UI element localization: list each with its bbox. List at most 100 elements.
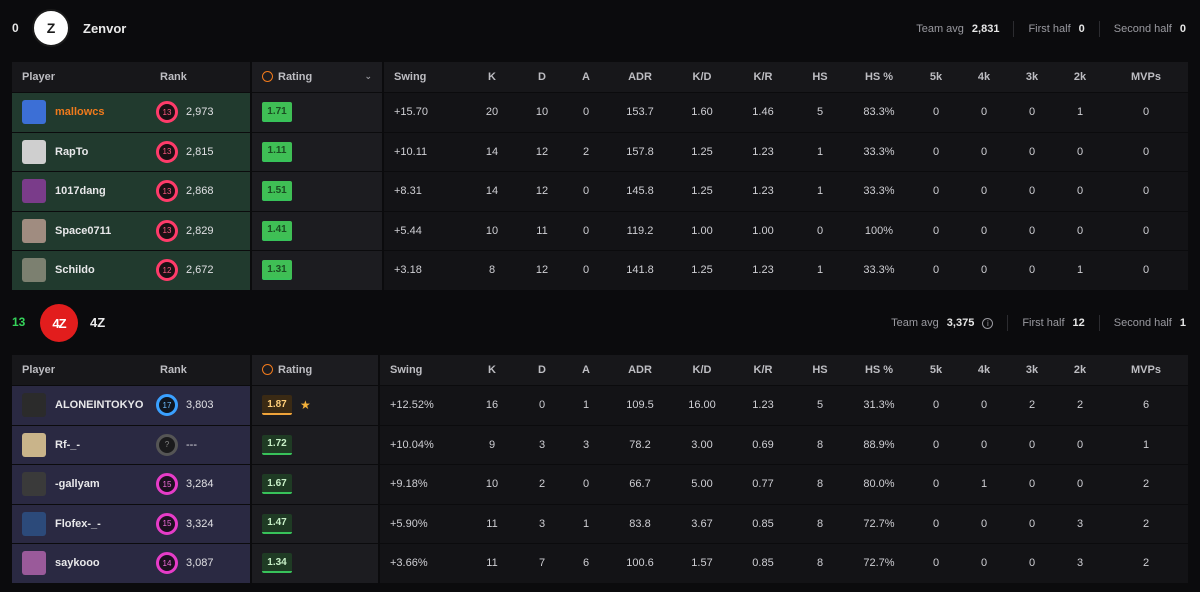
player-cell[interactable]: -gallyam: [12, 464, 150, 504]
table-row[interactable]: ALONEINTOKYO 17 3,803 1.87 ★ +12.52% 16 0 1 109.5…: [12, 385, 1188, 425]
player-cell[interactable]: saykooo: [12, 543, 150, 583]
player-info[interactable]: -gallyam: [22, 472, 150, 497]
rank-badge-icon: 13: [156, 219, 178, 242]
col-header-mvps[interactable]: MVPs: [1104, 355, 1188, 385]
col-header-k2[interactable]: 2k: [1056, 62, 1104, 92]
col-header-a[interactable]: A: [564, 355, 608, 385]
player-cell[interactable]: Rf-_-: [12, 424, 150, 464]
player-name[interactable]: mallowcs: [55, 106, 105, 118]
col-header-rank[interactable]: Rank: [150, 62, 250, 92]
stat-hs: 1: [794, 131, 846, 171]
player-info[interactable]: Space0711: [22, 218, 150, 243]
rating-bar: 1.71: [262, 102, 382, 123]
col-header-d[interactable]: D: [520, 355, 564, 385]
col-header-k5[interactable]: 5k: [912, 62, 960, 92]
player-cell[interactable]: Schildo: [12, 250, 150, 290]
col-header-hs[interactable]: HS: [794, 62, 846, 92]
avatar[interactable]: [22, 258, 46, 283]
player-name[interactable]: RapTo: [55, 146, 88, 158]
player-name[interactable]: Rf-_-: [55, 439, 80, 451]
col-header-swing[interactable]: Swing: [380, 355, 464, 385]
player-info[interactable]: RapTo: [22, 139, 150, 164]
col-header-rank[interactable]: Rank: [150, 355, 250, 385]
player-name[interactable]: Space0711: [55, 225, 111, 237]
table-row[interactable]: Rf-_-? --- 1.72 +10.04% 9 3 3 78.2 3.00 0.69 8 88.9…: [12, 424, 1188, 464]
avatar[interactable]: [22, 139, 46, 164]
player-info[interactable]: Flofex-_-: [22, 511, 150, 536]
avatar[interactable]: [22, 472, 46, 497]
avatar[interactable]: [22, 179, 46, 204]
player-cell[interactable]: ALONEINTOKYO: [12, 385, 150, 425]
player-cell[interactable]: Space0711: [12, 210, 150, 250]
avatar[interactable]: [22, 393, 46, 418]
player-info[interactable]: Rf-_-: [22, 432, 150, 457]
table-row[interactable]: Schildo 12 2,672 1.31 +3.18 8 12 0 141.8 1.25 1.23…: [12, 250, 1188, 290]
player-name[interactable]: saykooo: [55, 557, 100, 569]
col-header-k5[interactable]: 5k: [912, 355, 960, 385]
player-name[interactable]: Flofex-_-: [55, 518, 101, 530]
col-header-hs[interactable]: HS: [794, 355, 846, 385]
player-name[interactable]: ALONEINTOKYO: [55, 399, 143, 411]
col-header-kr[interactable]: K/R: [732, 355, 794, 385]
stat-mvps: 0: [1104, 250, 1188, 290]
player-info[interactable]: 1017dang: [22, 179, 150, 204]
table-row[interactable]: mallowcs 13 2,973 1.71 +15.70 20 10 0 153.7 1.60 1…: [12, 92, 1188, 132]
chevron-down-icon[interactable]: ⌄: [364, 71, 372, 82]
col-header-k4[interactable]: 4k: [960, 355, 1008, 385]
col-header-player[interactable]: Player: [12, 62, 150, 92]
col-header-adr[interactable]: ADR: [608, 62, 672, 92]
team1-name[interactable]: Zenvor: [83, 21, 126, 36]
stat-hs: 5: [794, 92, 846, 132]
player-cell[interactable]: mallowcs: [12, 92, 150, 132]
player-name[interactable]: 1017dang: [55, 185, 106, 197]
stat-k: 10: [464, 464, 520, 504]
col-header-k3[interactable]: 3k: [1008, 355, 1056, 385]
stat-k4: 0: [960, 250, 1008, 290]
table-row[interactable]: 1017dang 13 2,868 1.51 +8.31 14 12 0 145.8 1.25 1.…: [12, 171, 1188, 211]
col-header-k2[interactable]: 2k: [1056, 355, 1104, 385]
stat-k2: 1: [1056, 92, 1104, 132]
avatar[interactable]: [22, 551, 46, 576]
col-header-k3[interactable]: 3k: [1008, 62, 1056, 92]
player-info[interactable]: Schildo: [22, 258, 150, 283]
col-header-d[interactable]: D: [520, 62, 564, 92]
avatar[interactable]: [22, 100, 46, 125]
team2-logo[interactable]: 4Z: [40, 304, 78, 342]
col-header-k[interactable]: K: [464, 355, 520, 385]
player-cell[interactable]: RapTo: [12, 131, 150, 171]
col-header-hsp[interactable]: HS %: [846, 62, 912, 92]
col-header-adr[interactable]: ADR: [608, 355, 672, 385]
col-header-rating[interactable]: Rating: [250, 355, 380, 385]
player-info[interactable]: saykooo: [22, 551, 150, 576]
col-header-swing[interactable]: Swing: [384, 62, 464, 92]
table-row[interactable]: Flofex-_- 15 3,324 1.47 +5.90% 11 3 1 83.8 3.67 0.…: [12, 503, 1188, 543]
table-row[interactable]: saykooo 14 3,087 1.34 +3.66% 11 7 6 100.6 1.57 0.8…: [12, 543, 1188, 583]
col-header-k[interactable]: K: [464, 62, 520, 92]
team2-name[interactable]: 4Z: [90, 315, 105, 330]
player-cell[interactable]: Flofex-_-: [12, 503, 150, 543]
avatar[interactable]: [22, 511, 46, 536]
col-header-mvps[interactable]: MVPs: [1104, 62, 1188, 92]
col-header-kr[interactable]: K/R: [732, 62, 794, 92]
col-header-player[interactable]: Player: [12, 355, 150, 385]
player-info[interactable]: mallowcs: [22, 100, 150, 125]
table-row[interactable]: RapTo 13 2,815 1.11 +10.11 14 12 2 157.8 1.25 1.23…: [12, 131, 1188, 171]
player-info[interactable]: ALONEINTOKYO: [22, 393, 150, 418]
player-name[interactable]: Schildo: [55, 264, 95, 276]
player-name[interactable]: -gallyam: [55, 478, 100, 490]
info-icon[interactable]: i: [982, 317, 994, 329]
col-header-kd[interactable]: K/D: [672, 62, 732, 92]
stat-k3: 0: [1008, 92, 1056, 132]
table-row[interactable]: -gallyam 15 3,284 1.67 +9.18% 10 2 0 66.7 5.00 0.7…: [12, 464, 1188, 504]
team1-logo[interactable]: Z: [32, 9, 70, 47]
avatar[interactable]: [22, 432, 46, 457]
col-header-a[interactable]: A: [564, 62, 608, 92]
col-header-kd[interactable]: K/D: [672, 355, 732, 385]
table-row[interactable]: Space0711 13 2,829 1.41 +5.44 10 11 0 119.2 1.00 1…: [12, 210, 1188, 250]
player-cell[interactable]: 1017dang: [12, 171, 150, 211]
rank-info: ? ---: [150, 433, 250, 456]
col-header-k4[interactable]: 4k: [960, 62, 1008, 92]
col-header-rating[interactable]: Rating ⌄: [250, 62, 384, 92]
avatar[interactable]: [22, 218, 46, 243]
col-header-hsp[interactable]: HS %: [846, 355, 912, 385]
